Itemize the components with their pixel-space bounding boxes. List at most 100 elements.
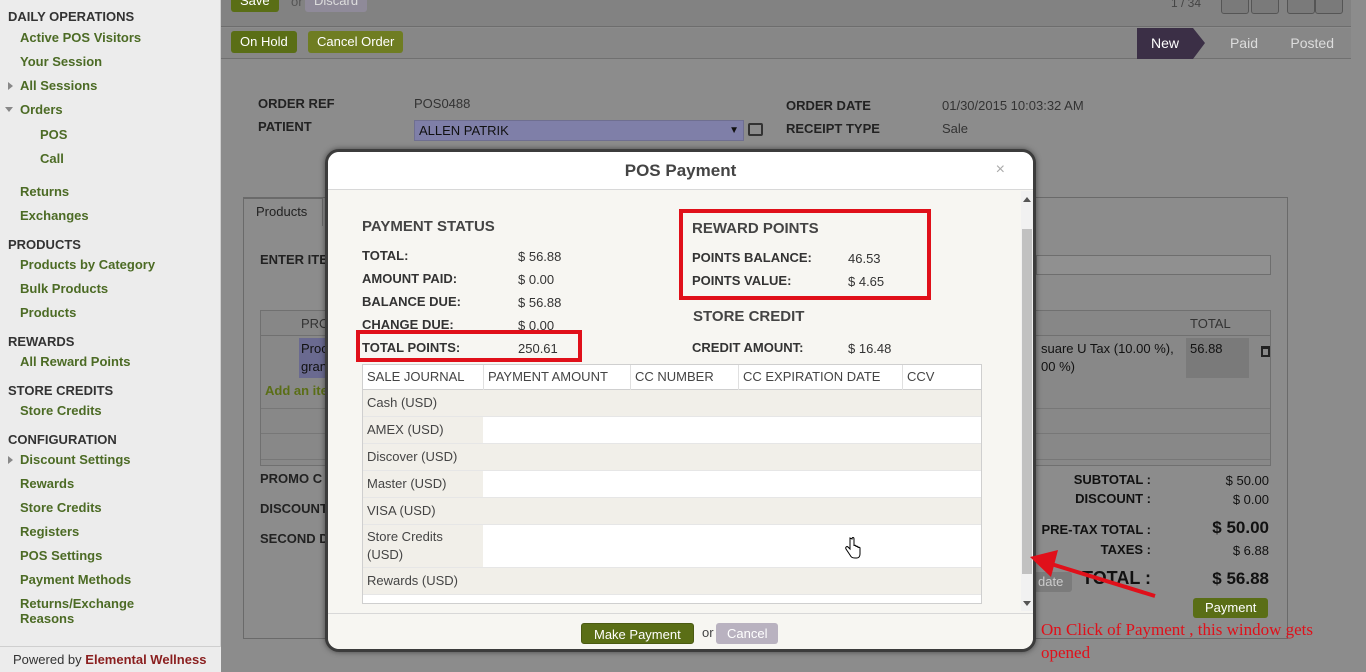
sidebar-item-pos[interactable]: POS (40, 127, 67, 142)
sidebar-item-discount-settings[interactable]: Discount Settings (20, 452, 131, 467)
journal-cash: Cash (USD) (363, 390, 483, 416)
section-store-credits: STORE CREDITS (8, 383, 114, 398)
total-label: TOTAL : (1082, 568, 1151, 588)
update-button[interactable]: date (1034, 572, 1072, 592)
sidebar-item-bulk-products[interactable]: Bulk Products (20, 281, 108, 296)
receipt-type-value: Sale (942, 121, 969, 136)
caret-down-icon[interactable] (5, 107, 13, 112)
scroll-down-icon[interactable] (1023, 601, 1031, 606)
sidebar-item-call[interactable]: Call (40, 151, 64, 166)
or-text: or (702, 625, 714, 640)
payment-status-heading: PAYMENT STATUS (362, 218, 495, 235)
order-ref-label: ORDER REF (258, 96, 335, 111)
sidebar-item-returns-exchange-reasons[interactable]: Returns/Exchange Reasons (20, 596, 140, 626)
pretax-label: PRE-TAX TOTAL : (1041, 522, 1151, 537)
cancel-button[interactable]: Cancel (716, 623, 779, 644)
journal-discover: Discover (USD) (363, 444, 483, 470)
status-paid[interactable]: Paid (1230, 28, 1258, 59)
col-sale-journal: SALE JOURNAL (363, 365, 484, 390)
trash-icon[interactable] (1261, 346, 1270, 357)
status-posted[interactable]: Posted (1290, 28, 1334, 59)
section-products: PRODUCTS (8, 237, 81, 252)
sidebar-item-payment-methods[interactable]: Payment Methods (20, 572, 131, 587)
add-item-link[interactable]: Add an ite (265, 383, 328, 398)
sidebar-item-rewards[interactable]: Rewards (20, 476, 74, 491)
table-row[interactable]: Cash (USD) (363, 390, 981, 417)
scroll-up-icon[interactable] (1023, 197, 1031, 202)
order-date-label: ORDER DATE (786, 98, 871, 113)
table-row[interactable]: Master (USD) (363, 471, 981, 498)
payment-amount-input[interactable] (483, 390, 981, 416)
make-payment-button[interactable]: Make Payment (581, 623, 694, 644)
external-link-icon[interactable] (748, 123, 763, 136)
table-row[interactable]: Rewards (USD) (363, 568, 981, 595)
modal-header: POS Payment × (328, 152, 1033, 190)
modal-scrollbar[interactable] (1021, 191, 1033, 611)
promo-label: PROMO C (260, 471, 323, 486)
payment-amount-input[interactable] (483, 568, 981, 594)
close-icon[interactable]: × (996, 161, 1005, 179)
discard-button[interactable]: Discard (305, 0, 368, 12)
sidebar-item-orders[interactable]: Orders (20, 102, 63, 117)
col-cc-expiration: CC EXPIRATION DATE (739, 365, 903, 390)
sidebar-item-products[interactable]: Products (20, 305, 76, 320)
payment-amount-input[interactable] (483, 444, 981, 470)
discount-total-label: DISCOUNT : (1075, 491, 1151, 506)
row-total: 56.88 (1190, 341, 1223, 356)
table-row[interactable]: Store Credits (USD) (363, 525, 981, 568)
sidebar-item-products-by-category[interactable]: Products by Category (20, 257, 155, 272)
sidebar-item-returns[interactable]: Returns (20, 184, 69, 199)
row-product-line1: Proc (301, 341, 328, 356)
sidebar-item-pos-settings[interactable]: POS Settings (20, 548, 102, 563)
row-tax-line2: 00 %) (1041, 359, 1075, 374)
order-date-value: 01/30/2015 10:03:32 AM (942, 98, 1084, 113)
enter-item-input[interactable] (1036, 255, 1271, 275)
list-view-icon[interactable] (1287, 0, 1315, 14)
total-value: $ 56.88 (518, 249, 562, 264)
subtotal-label: SUBTOTAL : (1073, 472, 1151, 487)
cancel-order-button[interactable]: Cancel Order (308, 31, 404, 53)
total-value: $ 56.88 (1212, 569, 1269, 588)
next-record-button[interactable] (1251, 0, 1279, 14)
save-button[interactable]: Save (231, 0, 279, 12)
section-rewards: REWARDS (8, 334, 75, 349)
sidebar-item-your-session[interactable]: Your Session (20, 54, 102, 69)
payment-table-header: SALE JOURNAL PAYMENT AMOUNT CC NUMBER CC… (363, 365, 981, 390)
table-row[interactable]: AMEX (USD) (363, 417, 981, 444)
sidebar-item-active-pos-visitors[interactable]: Active POS Visitors (20, 30, 141, 45)
order-ref-value: POS0488 (414, 96, 471, 111)
tab-products[interactable]: Products (243, 198, 323, 226)
form-view-icon[interactable] (1315, 0, 1343, 14)
highlight-total-points (356, 330, 582, 362)
powered-by-brand[interactable]: Elemental Wellness (85, 652, 206, 667)
amount-paid-value: $ 0.00 (518, 272, 555, 287)
col-cc-number: CC NUMBER (631, 365, 739, 390)
payment-amount-input[interactable] (483, 471, 981, 497)
table-row[interactable]: Discover (USD) (363, 444, 981, 471)
table-row[interactable]: VISA (USD) (363, 498, 981, 525)
status-new[interactable]: New (1136, 28, 1206, 59)
sidebar-item-store-credits[interactable]: Store Credits (20, 403, 102, 418)
taxes-label: TAXES : (1100, 542, 1151, 557)
sidebar-item-store-credits-config[interactable]: Store Credits (20, 500, 102, 515)
on-hold-button[interactable]: On Hold (231, 31, 297, 53)
patient-select[interactable]: ALLEN PATRIK ▼ (414, 120, 744, 141)
caret-right-icon[interactable] (8, 456, 13, 464)
payment-button[interactable]: Payment (1193, 598, 1269, 618)
credit-amount-value: $ 16.48 (848, 341, 892, 356)
balance-due-value: $ 56.88 (518, 295, 562, 310)
prev-record-button[interactable] (1221, 0, 1249, 14)
sidebar-item-exchanges[interactable]: Exchanges (20, 208, 89, 223)
payment-amount-input[interactable] (483, 417, 981, 443)
chevron-down-icon[interactable]: ▼ (729, 121, 739, 140)
patient-label: PATIENT (258, 119, 312, 134)
scroll-thumb[interactable] (1022, 229, 1032, 574)
sidebar-item-all-sessions[interactable]: All Sessions (20, 78, 97, 93)
sidebar-item-registers[interactable]: Registers (20, 524, 79, 539)
powered-by-label: Powered by (13, 652, 82, 667)
row-total-cell: 56.88 (1186, 338, 1249, 378)
payment-amount-input[interactable] (483, 498, 981, 524)
payment-amount-input[interactable] (483, 525, 981, 567)
sidebar-item-all-reward-points[interactable]: All Reward Points (20, 354, 131, 369)
caret-right-icon[interactable] (8, 82, 13, 90)
